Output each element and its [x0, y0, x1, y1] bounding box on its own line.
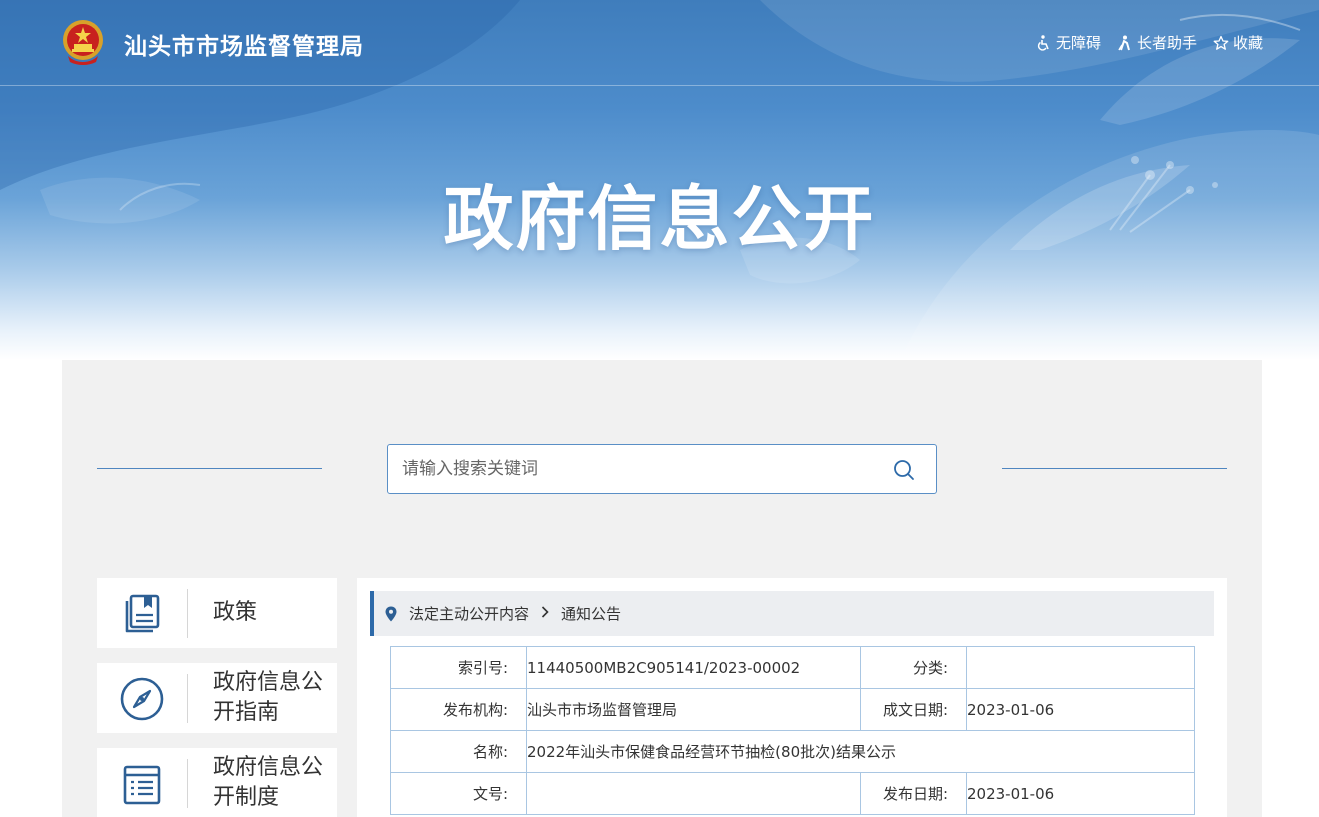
compass-icon: [120, 677, 164, 721]
nav-item-disclosure-system[interactable]: 政府信息公开制度: [97, 748, 337, 817]
elder-assist-icon: [1118, 35, 1130, 50]
accessibility-icon: [1037, 34, 1049, 51]
table-row: 发布机构: 汕头市市场监督管理局 成文日期: 2023-01-06: [390, 688, 1195, 731]
written-date-label: 成文日期:: [860, 688, 967, 731]
policy-book-icon: [125, 594, 160, 633]
table-row: 索引号: 11440500MB2C905141/2023-00002 分类:: [390, 646, 1195, 689]
top-bar: 汕头市市场监督管理局 无障碍 长者助手 收藏: [0, 0, 1319, 86]
nav-separator: [187, 759, 188, 808]
index-label: 索引号:: [390, 646, 527, 689]
star-icon: [1213, 35, 1229, 50]
doc-no-label: 文号:: [390, 772, 527, 815]
national-emblem-logo[interactable]: [60, 18, 106, 66]
nav-item-label: 政府信息公开指南: [213, 670, 324, 725]
nav-item-policy[interactable]: 政策: [97, 578, 337, 648]
content-area: 法定主动公开内容 通知公告 索引号: 11440500MB2C905141/20…: [357, 578, 1227, 817]
nav-separator: [187, 589, 188, 638]
index-value: 11440500MB2C905141/2023-00002: [526, 646, 861, 689]
name-label: 名称:: [390, 730, 527, 773]
doc-no-value: [526, 772, 861, 815]
publisher-label: 发布机构:: [390, 688, 527, 731]
search-box: [387, 444, 937, 494]
search-divider-right: [1002, 468, 1227, 469]
category-label: 分类:: [860, 646, 967, 689]
written-date-value: 2023-01-06: [966, 688, 1195, 731]
header-tools: 无障碍 长者助手 收藏: [1036, 32, 1263, 53]
elder-assist-label: 长者助手: [1136, 34, 1197, 52]
accessibility-button[interactable]: 无障碍: [1036, 32, 1101, 53]
search-icon[interactable]: [892, 458, 916, 482]
category-value: [966, 646, 1195, 689]
nav-item-label: 政府信息公开制度: [213, 755, 324, 810]
favorite-button[interactable]: 收藏: [1213, 32, 1263, 53]
breadcrumb-link-statutory[interactable]: 法定主动公开内容: [409, 603, 529, 624]
location-pin-icon: [385, 606, 397, 621]
accessibility-label: 无障碍: [1055, 34, 1101, 52]
search-input[interactable]: [402, 445, 872, 493]
table-row: 文号: 发布日期: 2023-01-06: [390, 772, 1195, 815]
document-info-table: 索引号: 11440500MB2C905141/2023-00002 分类: 发…: [390, 646, 1195, 815]
publish-date-label: 发布日期:: [860, 772, 967, 815]
name-value: 2022年汕头市保健食品经营环节抽检(80批次)结果公示: [526, 730, 1195, 773]
chevron-right-icon: [541, 605, 549, 622]
main-panel: 政策 政府信息公开指南 政府信息公开制度 法定主动公开内容: [62, 360, 1262, 817]
document-list-icon: [123, 765, 161, 805]
site-name[interactable]: 汕头市市场监督管理局: [124, 27, 364, 61]
favorite-label: 收藏: [1232, 34, 1263, 52]
elder-assist-button[interactable]: 长者助手: [1117, 32, 1197, 53]
breadcrumb: 法定主动公开内容 通知公告: [370, 591, 1214, 636]
nav-separator: [187, 674, 188, 723]
publisher-value: 汕头市市场监督管理局: [526, 688, 861, 731]
nav-item-label: 政策: [213, 600, 258, 625]
publish-date-value: 2023-01-06: [966, 772, 1195, 815]
search-divider-left: [97, 468, 322, 469]
hero-title: 政府信息公开: [443, 178, 876, 260]
breadcrumb-link-notices[interactable]: 通知公告: [561, 603, 621, 624]
header-banner: 汕头市市场监督管理局 无障碍 长者助手 收藏 政府信息公开: [0, 0, 1319, 360]
nav-item-disclosure-guide[interactable]: 政府信息公开指南: [97, 663, 337, 733]
table-row: 名称: 2022年汕头市保健食品经营环节抽检(80批次)结果公示: [390, 730, 1195, 773]
